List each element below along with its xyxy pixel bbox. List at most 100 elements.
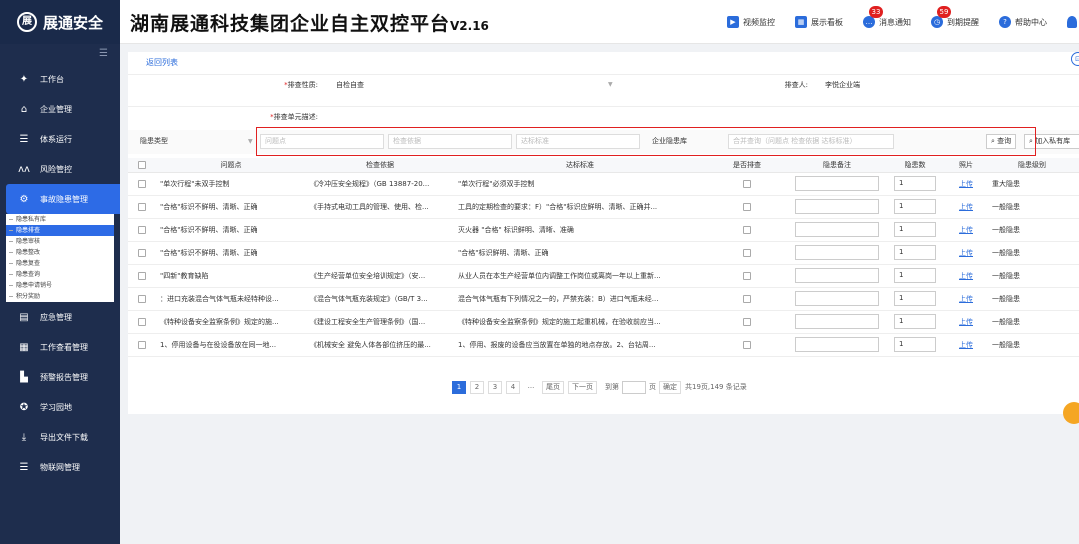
row-select-cell[interactable] xyxy=(128,241,156,265)
goto-confirm-button[interactable]: 确定 xyxy=(659,380,681,394)
sub-item-private-library[interactable]: 隐患私有库 xyxy=(6,214,114,225)
count-cell[interactable]: 1 xyxy=(886,287,944,311)
count-cell[interactable]: 1 xyxy=(886,241,944,265)
remark-cell[interactable] xyxy=(788,172,886,196)
count-cell[interactable]: 1 xyxy=(886,195,944,219)
count-cell[interactable]: 1 xyxy=(886,264,944,288)
inspected-checkbox[interactable] xyxy=(743,225,751,234)
sidebar-item-risk[interactable]: ʌʌ 风险管控 xyxy=(0,154,120,184)
count-cell[interactable]: 1 xyxy=(886,172,944,196)
remark-input[interactable] xyxy=(795,222,879,237)
sidebar-item-hazard[interactable]: ⚙ 事故隐患管理 xyxy=(6,184,120,214)
remark-input[interactable] xyxy=(795,268,879,283)
user-icon[interactable] xyxy=(1067,16,1077,28)
remark-input[interactable] xyxy=(795,291,879,306)
upload-photo-link[interactable]: 上传 xyxy=(959,249,973,257)
sub-item-cancel[interactable]: 隐患申请销号 xyxy=(6,280,114,291)
row-select-cell[interactable] xyxy=(128,218,156,242)
page-3-button[interactable]: 3 xyxy=(488,380,502,394)
sidebar-item-export[interactable]: ⤓ 导出文件下载 xyxy=(0,422,120,452)
page-4-button[interactable]: 4 xyxy=(506,380,520,394)
upload-photo-link[interactable]: 上传 xyxy=(959,318,973,326)
hazard-count-input[interactable]: 1 xyxy=(894,176,936,191)
inspected-checkbox[interactable] xyxy=(743,202,751,211)
corner-action-icon[interactable]: ⊡ xyxy=(1071,52,1079,66)
sidebar-item-emergency[interactable]: ▤ 应急管理 xyxy=(0,302,120,332)
remark-input[interactable] xyxy=(795,199,879,214)
menu-toggle-icon[interactable]: ☰ xyxy=(0,44,120,64)
upload-photo-link[interactable]: 上传 xyxy=(959,272,973,280)
row-checkbox[interactable] xyxy=(138,179,146,188)
hazard-count-input[interactable]: 1 xyxy=(894,337,936,352)
row-select-cell[interactable] xyxy=(128,287,156,311)
inspected-checkbox[interactable] xyxy=(743,271,751,280)
photo-cell[interactable]: 上传 xyxy=(944,310,988,334)
inspected-checkbox[interactable] xyxy=(743,317,751,326)
inspected-cell[interactable] xyxy=(706,333,788,357)
messages-button[interactable]: … 33 消息通知 xyxy=(863,6,911,28)
remark-input[interactable] xyxy=(795,176,879,191)
row-select-cell[interactable] xyxy=(128,264,156,288)
row-checkbox[interactable] xyxy=(138,248,146,257)
row-select-cell[interactable] xyxy=(128,172,156,196)
remark-cell[interactable] xyxy=(788,264,886,288)
upload-photo-link[interactable]: 上传 xyxy=(959,295,973,303)
page-2-button[interactable]: 2 xyxy=(470,380,484,394)
inspected-checkbox[interactable] xyxy=(743,179,751,188)
sidebar-item-enterprise[interactable]: ⌂ 企业管理 xyxy=(0,94,120,124)
sub-item-review[interactable]: 隐患审核 xyxy=(6,236,114,247)
photo-cell[interactable]: 上传 xyxy=(944,264,988,288)
back-to-list-link[interactable]: 返回列表 xyxy=(146,57,178,68)
sub-item-recheck[interactable]: 隐患复查 xyxy=(6,258,114,269)
nature-select[interactable]: 自检自查 xyxy=(336,80,364,90)
photo-cell[interactable]: 上传 xyxy=(944,195,988,219)
row-select-cell[interactable] xyxy=(128,310,156,334)
hazard-count-input[interactable]: 1 xyxy=(894,291,936,306)
count-cell[interactable]: 1 xyxy=(886,310,944,334)
video-monitor-button[interactable]: ▶ 视频监控 xyxy=(727,16,775,28)
inspected-cell[interactable] xyxy=(706,310,788,334)
row-checkbox[interactable] xyxy=(138,202,146,211)
row-select-cell[interactable] xyxy=(128,333,156,357)
inspected-cell[interactable] xyxy=(706,287,788,311)
last-page-button[interactable]: 尾页 xyxy=(542,380,564,394)
sidebar-item-learning[interactable]: ✪ 学习园地 xyxy=(0,392,120,422)
expiry-button[interactable]: ◷ 59 到期提醒 xyxy=(931,6,979,28)
remark-cell[interactable] xyxy=(788,218,886,242)
hazard-count-input[interactable]: 1 xyxy=(894,199,936,214)
inspected-checkbox[interactable] xyxy=(743,340,751,349)
hazard-count-input[interactable]: 1 xyxy=(894,314,936,329)
remark-cell[interactable] xyxy=(788,241,886,265)
hazard-type-select[interactable]: 隐患类型 ▼ xyxy=(132,134,253,149)
page-1-button[interactable]: 1 xyxy=(452,380,466,394)
sidebar-item-workbench[interactable]: ✦ 工作台 xyxy=(0,64,120,94)
count-cell[interactable]: 1 xyxy=(886,218,944,242)
row-checkbox[interactable] xyxy=(138,271,146,280)
sidebar-item-system[interactable]: ☰ 体系运行 xyxy=(0,124,120,154)
goto-page-input[interactable] xyxy=(622,380,646,394)
row-checkbox[interactable] xyxy=(138,294,146,303)
sub-item-rectify[interactable]: 隐患整改 xyxy=(6,247,114,258)
upload-photo-link[interactable]: 上传 xyxy=(959,226,973,234)
inspected-checkbox[interactable] xyxy=(743,294,751,303)
photo-cell[interactable]: 上传 xyxy=(944,218,988,242)
inspected-cell[interactable] xyxy=(706,195,788,219)
remark-input[interactable] xyxy=(795,314,879,329)
remark-cell[interactable] xyxy=(788,310,886,334)
inspected-cell[interactable] xyxy=(706,241,788,265)
upload-photo-link[interactable]: 上传 xyxy=(959,203,973,211)
remark-cell[interactable] xyxy=(788,195,886,219)
hazard-count-input[interactable]: 1 xyxy=(894,245,936,260)
inspected-checkbox[interactable] xyxy=(743,248,751,257)
remark-cell[interactable] xyxy=(788,287,886,311)
remark-cell[interactable] xyxy=(788,333,886,357)
select-all-cell[interactable] xyxy=(128,158,156,173)
photo-cell[interactable]: 上传 xyxy=(944,241,988,265)
dashboard-button[interactable]: ▦ 展示看板 xyxy=(795,16,843,28)
help-button[interactable]: ? 帮助中心 xyxy=(999,16,1047,28)
sub-item-points[interactable]: 积分奖励 xyxy=(6,291,114,302)
sidebar-item-work-view[interactable]: ▦ 工作查看管理 xyxy=(0,332,120,362)
sidebar-item-warning[interactable]: ▙ 预警报告管理 xyxy=(0,362,120,392)
select-all-checkbox[interactable] xyxy=(138,160,146,169)
inspected-cell[interactable] xyxy=(706,218,788,242)
